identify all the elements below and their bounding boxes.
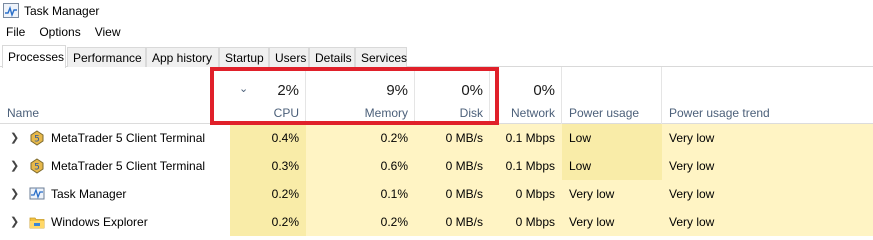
metatrader-icon: 5	[29, 130, 45, 146]
chevron-right-icon[interactable]: ❯	[10, 159, 19, 172]
metatrader-icon: 5	[29, 158, 45, 174]
network-cell: 0 Mbps	[490, 180, 562, 208]
chevron-right-icon[interactable]: ❯	[10, 215, 19, 228]
disk-cell: 0 MB/s	[415, 152, 490, 180]
task-manager-icon	[29, 186, 45, 202]
tab-performance[interactable]: Performance	[67, 47, 146, 67]
memory-cell: 0.6%	[306, 152, 415, 180]
cpu-cell: 0.3%	[230, 152, 306, 180]
cpu-cell: 0.2%	[230, 208, 306, 236]
power-usage-cell: Very low	[562, 208, 662, 236]
title-bar: Task Manager	[0, 0, 873, 22]
disk-cell: 0 MB/s	[415, 124, 490, 152]
tab-processes[interactable]: Processes	[2, 45, 66, 68]
cpu-label: CPU	[273, 106, 299, 120]
power-usage-cell: Very low	[562, 180, 662, 208]
tab-strip: Processes Performance App history Startu…	[0, 45, 873, 68]
cpu-total-percent: 2%	[277, 82, 299, 99]
tab-startup[interactable]: Startup	[219, 47, 269, 67]
window-title: Task Manager	[24, 4, 100, 18]
power-usage-label: Power usage	[569, 106, 640, 120]
tab-users[interactable]: Users	[269, 47, 309, 67]
svg-text:5: 5	[34, 163, 40, 173]
chevron-right-icon[interactable]: ❯	[10, 187, 19, 200]
menu-bar: File Options View	[0, 23, 128, 41]
column-header-disk[interactable]: 0% Disk	[415, 67, 490, 124]
power-usage-cell: Low	[562, 124, 662, 152]
menu-file[interactable]: File	[0, 23, 32, 41]
network-cell: 0.1 Mbps	[490, 152, 562, 180]
power-trend-cell: Very low	[662, 152, 873, 180]
disk-cell: 0 MB/s	[415, 180, 490, 208]
memory-cell: 0.1%	[306, 180, 415, 208]
power-trend-cell: Very low	[662, 208, 873, 236]
disk-cell: 0 MB/s	[415, 208, 490, 236]
menu-view[interactable]: View	[88, 23, 128, 41]
memory-total-percent: 9%	[386, 82, 408, 99]
network-cell: 0.1 Mbps	[490, 124, 562, 152]
network-total-percent: 0%	[533, 82, 555, 99]
process-name: Task Manager	[51, 187, 127, 201]
table-row[interactable]: ❯ 5 MetaTrader 5 Client Terminal 0.3% 0.…	[0, 152, 873, 180]
process-name: MetaTrader 5 Client Terminal	[51, 131, 206, 145]
power-usage-cell: Low	[562, 152, 662, 180]
table-row[interactable]: ❯ Windows Explorer 0.2% 0.2% 0 MB/s 0 Mb…	[0, 208, 873, 236]
task-manager-icon	[3, 3, 19, 18]
column-header-name[interactable]: Name	[0, 67, 230, 124]
tab-details[interactable]: Details	[309, 47, 355, 67]
folder-icon	[29, 214, 45, 230]
tab-app-history[interactable]: App history	[146, 47, 219, 67]
column-header-power-usage[interactable]: Power usage	[562, 67, 662, 124]
column-header-memory[interactable]: 9% Memory	[306, 67, 415, 124]
power-trend-cell: Very low	[662, 180, 873, 208]
cpu-cell: 0.4%	[230, 124, 306, 152]
cpu-cell: 0.2%	[230, 180, 306, 208]
chevron-right-icon[interactable]: ❯	[10, 131, 19, 144]
table-row[interactable]: ❯ 5 MetaTrader 5 Client Terminal 0.4% 0.…	[0, 124, 873, 152]
memory-label: Memory	[364, 106, 408, 120]
power-usage-trend-label: Power usage trend	[669, 106, 770, 120]
disk-total-percent: 0%	[461, 82, 483, 99]
memory-cell: 0.2%	[306, 208, 415, 236]
process-name: Windows Explorer	[51, 215, 148, 229]
memory-cell: 0.2%	[306, 124, 415, 152]
column-name-label: Name	[7, 106, 40, 120]
column-header-network[interactable]: 0% Network	[490, 67, 562, 124]
sort-chevron-icon: ⌄	[239, 83, 249, 95]
column-header-power-usage-trend[interactable]: Power usage trend	[662, 67, 873, 124]
network-cell: 0 Mbps	[490, 208, 562, 236]
network-label: Network	[510, 106, 555, 120]
svg-text:5: 5	[34, 135, 40, 145]
tab-services[interactable]: Services	[355, 47, 407, 67]
table-row[interactable]: ❯ Task Manager 0.2% 0.1% 0 MB/s 0 Mbps V…	[0, 180, 873, 208]
process-name: MetaTrader 5 Client Terminal	[51, 159, 206, 173]
disk-label: Disk	[459, 106, 483, 120]
menu-options[interactable]: Options	[32, 23, 87, 41]
power-trend-cell: Very low	[662, 124, 873, 152]
column-header-row: Name ⌄ 2% CPU 9% Memory 0% Disk 0% Netwo…	[0, 67, 873, 124]
column-header-cpu[interactable]: ⌄ 2% CPU	[230, 67, 306, 124]
